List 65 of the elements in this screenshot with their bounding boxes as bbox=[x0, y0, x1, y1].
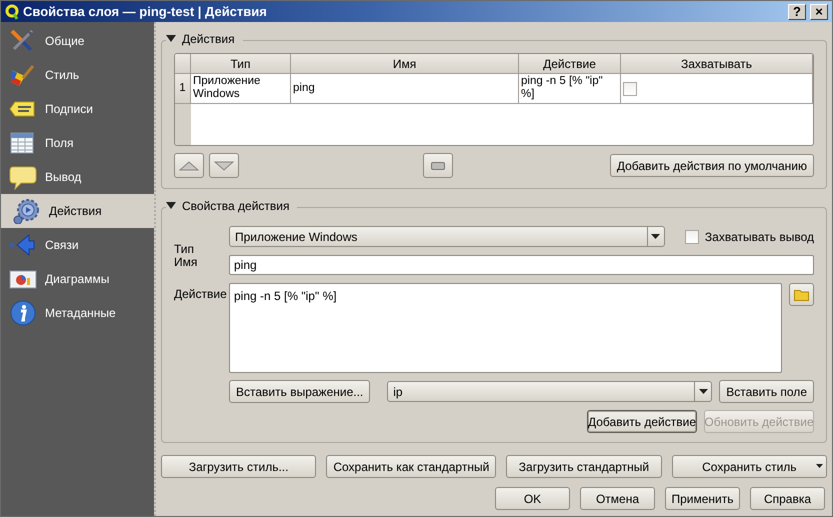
field-label: Тип bbox=[174, 242, 196, 256]
browse-button[interactable] bbox=[789, 283, 814, 306]
brush-icon bbox=[9, 62, 37, 88]
group-title: Действия bbox=[182, 32, 235, 46]
sidebar-item[interactable]: Связи bbox=[1, 228, 154, 262]
action-button[interactable]: Добавить действие bbox=[587, 410, 697, 433]
gear-icon bbox=[13, 198, 41, 224]
arrow-icon bbox=[9, 232, 37, 258]
add-default-actions-button[interactable]: Добавить действия по умолчанию bbox=[610, 154, 814, 177]
column-header[interactable]: Тип bbox=[191, 54, 291, 74]
checkbox-label: Захватывать вывод bbox=[704, 230, 814, 244]
checkbox[interactable] bbox=[623, 82, 637, 96]
dropdown-arrow-icon bbox=[651, 234, 660, 240]
remove-button[interactable] bbox=[423, 153, 453, 178]
name-field[interactable]: ping bbox=[229, 255, 814, 275]
tools-icon bbox=[9, 28, 37, 54]
sidebar-item[interactable]: Вывод bbox=[1, 160, 154, 194]
insert-field-button[interactable]: Вставить поле bbox=[719, 380, 814, 403]
folder-icon bbox=[794, 288, 810, 300]
field-label: Имя bbox=[174, 255, 198, 269]
table-cell: ping bbox=[291, 74, 519, 104]
move-down-button[interactable] bbox=[209, 153, 239, 178]
action-text-area[interactable]: ping -n 5 [% "ip" %] bbox=[229, 283, 782, 373]
style-button[interactable]: Сохранить стиль bbox=[672, 455, 827, 478]
table-corner[interactable] bbox=[175, 54, 191, 74]
dialog-button[interactable]: Справка bbox=[750, 487, 825, 510]
dropdown-arrow-icon bbox=[698, 388, 708, 394]
field-label: Действие bbox=[174, 287, 228, 303]
window-title: Свойства слоя — ping-test | Действия bbox=[23, 4, 268, 19]
style-button[interactable]: Сохранить как стандартный bbox=[326, 455, 496, 478]
app-icon bbox=[5, 4, 19, 20]
speech-bubble-icon bbox=[9, 164, 37, 190]
sidebar-item[interactable]: Общие bbox=[1, 24, 154, 58]
help-button[interactable]: ? bbox=[788, 4, 806, 20]
table-cell: ping -n 5 [% "ip" %] bbox=[519, 74, 621, 104]
up-triangle-icon bbox=[179, 160, 199, 170]
close-button[interactable]: × bbox=[810, 4, 828, 20]
sidebar-item[interactable]: Действия bbox=[1, 194, 154, 228]
column-header[interactable]: Действие bbox=[519, 54, 621, 74]
column-header[interactable]: Захватывать bbox=[621, 54, 813, 74]
sidebar-item[interactable]: Стиль bbox=[1, 58, 154, 92]
type-dropdown[interactable]: Приложение Windows bbox=[229, 226, 665, 247]
table-cell: Приложение Windows bbox=[191, 74, 291, 104]
dialog-button[interactable]: Применить bbox=[665, 487, 740, 510]
dialog-button[interactable]: OK bbox=[495, 487, 570, 510]
group-title: Свойства действия bbox=[182, 199, 290, 213]
style-button[interactable]: Загрузить стандартный bbox=[506, 455, 662, 478]
column-header[interactable]: Имя bbox=[291, 54, 519, 74]
field-dropdown[interactable]: ip bbox=[387, 381, 712, 402]
info-icon bbox=[9, 300, 37, 326]
down-triangle-icon bbox=[214, 160, 234, 170]
sidebar-item[interactable]: Диаграммы bbox=[1, 262, 154, 296]
collapse-arrow-icon[interactable] bbox=[166, 35, 176, 43]
row-number: 1 bbox=[175, 74, 191, 104]
sidebar-item[interactable]: Метаданные bbox=[1, 296, 154, 330]
insert-expression-button[interactable]: Вставить выражение... bbox=[229, 380, 370, 403]
checkbox[interactable] bbox=[684, 230, 699, 244]
row-header-strip bbox=[175, 104, 191, 145]
move-up-button[interactable] bbox=[174, 153, 204, 178]
minus-bar-icon bbox=[431, 162, 445, 170]
sidebar-item[interactable]: Поля bbox=[1, 126, 154, 160]
dialog-button[interactable]: Отмена bbox=[580, 487, 655, 510]
collapse-arrow-icon[interactable] bbox=[166, 202, 176, 210]
sidebar-item[interactable]: Подписи bbox=[1, 92, 154, 126]
style-button[interactable]: Загрузить стиль... bbox=[161, 455, 316, 478]
